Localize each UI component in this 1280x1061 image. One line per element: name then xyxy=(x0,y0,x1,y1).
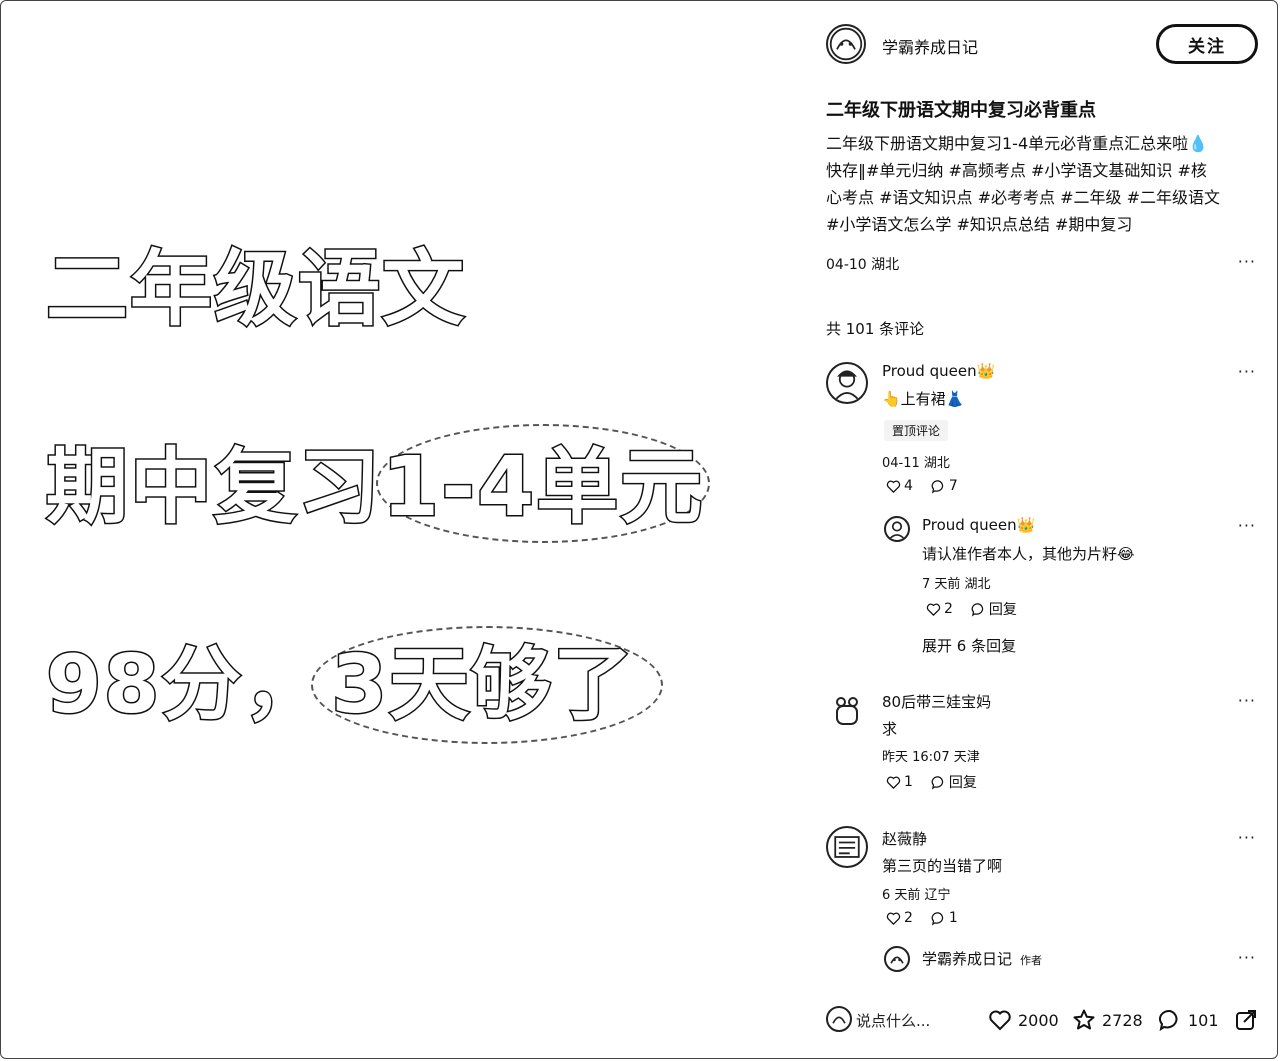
reply-name[interactable]: Proud queen👑 xyxy=(922,516,1035,534)
comment-meta: 6 天前 辽宁 xyxy=(882,888,951,903)
author-avatar[interactable] xyxy=(826,24,866,64)
post-title: 二年级下册语文期中复习必背重点 xyxy=(826,100,1096,121)
reply-label: 回复 xyxy=(948,775,977,791)
reply-count: 7 xyxy=(948,478,958,494)
chat-bubble-icon xyxy=(931,911,944,925)
comment-meta: 04-11 湖北 xyxy=(882,456,950,471)
like-count: 1 xyxy=(904,774,913,790)
author-name[interactable]: 学霸养成日记 xyxy=(882,34,978,58)
commenter-name[interactable]: Proud queen👑 xyxy=(882,362,995,380)
comment-actions: 4 7 xyxy=(886,478,958,494)
chat-bubble-icon xyxy=(971,602,984,616)
chat-bubble-icon xyxy=(931,775,944,789)
desc-line-2[interactable]: 快存‖#单元归纳 #高频考点 #小学语文基础知识 #核 xyxy=(826,157,1262,184)
reply-actions: 2 回复 xyxy=(926,599,1017,619)
comment-more-icon[interactable]: ··· xyxy=(1238,828,1256,847)
comment-like-button[interactable]: 1 xyxy=(886,772,913,792)
pinned-badge: 置顶评论 xyxy=(884,420,949,441)
reply-count: 1 xyxy=(948,910,958,926)
share-button[interactable] xyxy=(1234,1008,1258,1032)
comment-button[interactable]: 101 xyxy=(1158,1008,1219,1032)
chat-bubble-icon xyxy=(1159,1009,1178,1032)
reply-text: 请认准作者本人，其他为片籽😂 xyxy=(922,545,1135,563)
comment-reply-button[interactable]: 1 xyxy=(931,910,958,926)
commenter-avatar[interactable] xyxy=(826,826,868,868)
comment-meta: 昨天 16:07 天津 xyxy=(882,750,980,765)
image-line-1: 二年级语文 xyxy=(44,241,467,339)
reply-avatar[interactable] xyxy=(884,946,910,972)
reply-name: 学霸养成日记 作者 xyxy=(922,948,1042,969)
comment-more-icon[interactable]: ··· xyxy=(1238,362,1256,381)
image-line-3-b: 3天够了 xyxy=(311,620,663,744)
like-count: 2 xyxy=(904,910,913,926)
expand-replies-link[interactable]: 展开 6 条回复 xyxy=(922,635,1016,656)
comment-reply-button[interactable]: 回复 xyxy=(931,772,977,792)
comment-text: 求 xyxy=(882,720,898,738)
comment-actions: 2 1 xyxy=(886,910,958,926)
commenter-avatar[interactable] xyxy=(826,362,868,404)
comment-total: 101 xyxy=(1188,1010,1219,1030)
star-icon xyxy=(1073,1009,1095,1030)
comment-like-button[interactable]: 2 xyxy=(886,910,913,926)
post-date-location: 04-10 湖北 xyxy=(826,257,900,273)
like-button[interactable]: 2000 xyxy=(988,1008,1059,1032)
post-more-icon[interactable]: ··· xyxy=(1238,252,1256,271)
like-total: 2000 xyxy=(1018,1010,1059,1030)
comment-count: 共 101 条评论 xyxy=(826,320,925,338)
reply-meta: 7 天前 湖北 xyxy=(922,577,991,592)
commenter-name[interactable]: 80后带三娃宝妈 xyxy=(882,691,991,712)
heart-icon xyxy=(886,912,901,925)
reply-label: 回复 xyxy=(988,602,1017,618)
comment-input[interactable]: 说点什么... xyxy=(856,1010,930,1031)
heart-icon xyxy=(926,603,941,616)
desc-line-1: 二年级下册语文期中复习1-4单元必背重点汇总来啦💧 xyxy=(826,134,1209,153)
image-line-2-a: 期中复习 xyxy=(44,439,383,537)
like-count: 4 xyxy=(904,478,913,494)
post-image[interactable]: 二年级语文 期中复习1-4单元 98分，3天够了 xyxy=(0,0,800,1061)
share-icon xyxy=(1236,1010,1256,1030)
desc-line-3[interactable]: 心考点 #语文知识点 #必考考点 #二年级 #二年级语文 xyxy=(826,184,1262,211)
star-total: 2728 xyxy=(1102,1010,1143,1030)
author-tag-badge: 作者 xyxy=(1020,954,1043,967)
heart-icon xyxy=(886,776,901,789)
comment-like-button[interactable]: 4 xyxy=(886,478,913,494)
comment-text: 👆上有裙👗 xyxy=(882,390,965,408)
collect-button[interactable]: 2728 xyxy=(1072,1008,1143,1032)
image-line-3-a: 98分， xyxy=(44,637,326,733)
post-description: 二年级下册语文期中复习1-4单元必背重点汇总来啦💧 快存‖#单元归纳 #高频考点… xyxy=(826,130,1262,238)
heart-icon xyxy=(886,480,901,493)
comment-text: 第三页的当错了啊 xyxy=(882,857,1003,875)
desc-line-4[interactable]: #小学语文怎么学 #知识点总结 #期中复习 xyxy=(826,211,1262,238)
reply-author-name[interactable]: 学霸养成日记 xyxy=(922,950,1012,968)
heart-icon xyxy=(989,1010,1011,1031)
comment-reply-button[interactable]: 7 xyxy=(931,478,958,494)
follow-button[interactable]: 关注 xyxy=(1156,24,1258,64)
detail-panel: 学霸养成日记 关注 二年级下册语文期中复习必背重点 二年级下册语文期中复习1-4… xyxy=(800,0,1278,1061)
image-line-2: 期中复习1-4单元 xyxy=(44,420,711,543)
reply-like-button[interactable]: 2 xyxy=(926,599,953,619)
reply-reply-button[interactable]: 回复 xyxy=(971,599,1017,619)
bottom-action-bar: 说点什么... 2000 2728 101 xyxy=(800,1000,1278,1040)
reply-more-icon[interactable]: ··· xyxy=(1238,516,1256,535)
image-line-2-b: 1-4单元 xyxy=(376,420,711,543)
self-avatar xyxy=(826,1006,852,1032)
comment-more-icon[interactable]: ··· xyxy=(1238,691,1256,710)
comment-actions: 1 回复 xyxy=(886,772,977,792)
commenter-name[interactable]: 赵薇静 xyxy=(882,828,927,849)
image-line-3: 98分，3天够了 xyxy=(44,620,663,744)
chat-bubble-icon xyxy=(931,479,944,493)
commenter-avatar[interactable] xyxy=(828,690,866,728)
reply-avatar[interactable] xyxy=(884,516,910,542)
reply-more-icon[interactable]: ··· xyxy=(1238,948,1256,967)
like-count: 2 xyxy=(944,601,953,617)
